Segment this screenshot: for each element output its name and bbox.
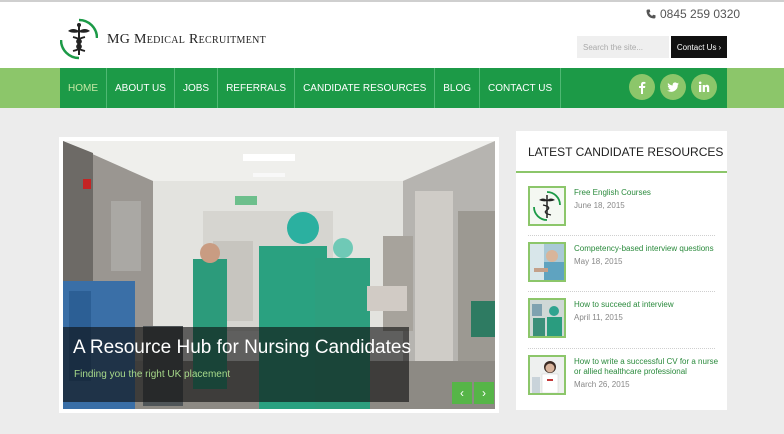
post-title-link[interactable]: How to write a successful CV for a nurse… [574, 357, 720, 377]
nurse-photo [530, 357, 564, 393]
post-separator [528, 348, 715, 349]
contact-us-button[interactable]: Contact Us › [671, 36, 727, 58]
nav-item-referrals[interactable]: REFERRALS [218, 68, 296, 108]
nav-item-about-us[interactable]: ABOUT US [107, 68, 175, 108]
chevron-right-icon: › [718, 42, 722, 52]
slider-prev-button[interactable]: ‹ [452, 382, 472, 404]
nav-item-jobs[interactable]: JOBS [175, 68, 219, 108]
post-separator [528, 291, 715, 292]
slide-subtitle: Finding you the right UK placement [74, 369, 231, 380]
linkedin-icon[interactable] [691, 74, 717, 100]
post-date: March 26, 2015 [574, 380, 630, 389]
phone-icon [646, 9, 656, 19]
post-date: June 18, 2015 [574, 201, 625, 210]
post-thumbnail[interactable] [528, 355, 566, 395]
post-date: May 18, 2015 [574, 257, 623, 266]
contact-us-label: Contact Us [676, 42, 717, 52]
post-separator [528, 235, 715, 236]
nav-item-blog[interactable]: BLOG [435, 68, 481, 108]
nav-item-home[interactable]: HOME [60, 68, 107, 108]
slide-title: A Resource Hub for Nursing Candidates [73, 337, 411, 358]
phone-number: 0845 259 0320 [646, 7, 740, 21]
facebook-icon[interactable] [629, 74, 655, 100]
slide-caption: A Resource Hub for Nursing Candidates Fi… [63, 327, 411, 402]
slider-next-button[interactable]: › [474, 382, 494, 404]
nav-item-contact-us[interactable]: CONTACT US [480, 68, 562, 108]
caduceus-logo[interactable] [60, 18, 98, 60]
twitter-icon[interactable] [660, 74, 686, 100]
phone-text: 0845 259 0320 [660, 7, 741, 21]
brand-name[interactable]: MG Medical Recruitment [107, 32, 266, 48]
search-input[interactable] [577, 36, 669, 58]
post-date: April 11, 2015 [574, 313, 623, 322]
post-thumbnail[interactable] [528, 298, 566, 338]
post-title-link[interactable]: How to succeed at interview [574, 300, 720, 310]
main-navigation: HOME ABOUT US JOBS REFERRALS CANDIDATE R… [60, 68, 727, 108]
caduceus-icon [530, 188, 564, 224]
hero-slider: A Resource Hub for Nursing Candidates Fi… [59, 137, 499, 413]
interview-photo [530, 244, 564, 280]
widget-divider [516, 171, 727, 173]
post-title-link[interactable]: Competency-based interview questions [574, 244, 720, 254]
post-thumbnail[interactable] [528, 242, 566, 282]
nurses-photo [530, 300, 564, 336]
post-thumbnail[interactable] [528, 186, 566, 226]
post-title-link[interactable]: Free English Courses [574, 188, 720, 198]
widget-title: LATEST CANDIDATE RESOURCES [528, 145, 724, 159]
latest-resources-widget: LATEST CANDIDATE RESOURCES Free English … [516, 131, 727, 410]
header: MG Medical Recruitment 0845 259 0320 Con… [0, 2, 784, 68]
nav-item-candidate-resources[interactable]: CANDIDATE RESOURCES [295, 68, 436, 108]
